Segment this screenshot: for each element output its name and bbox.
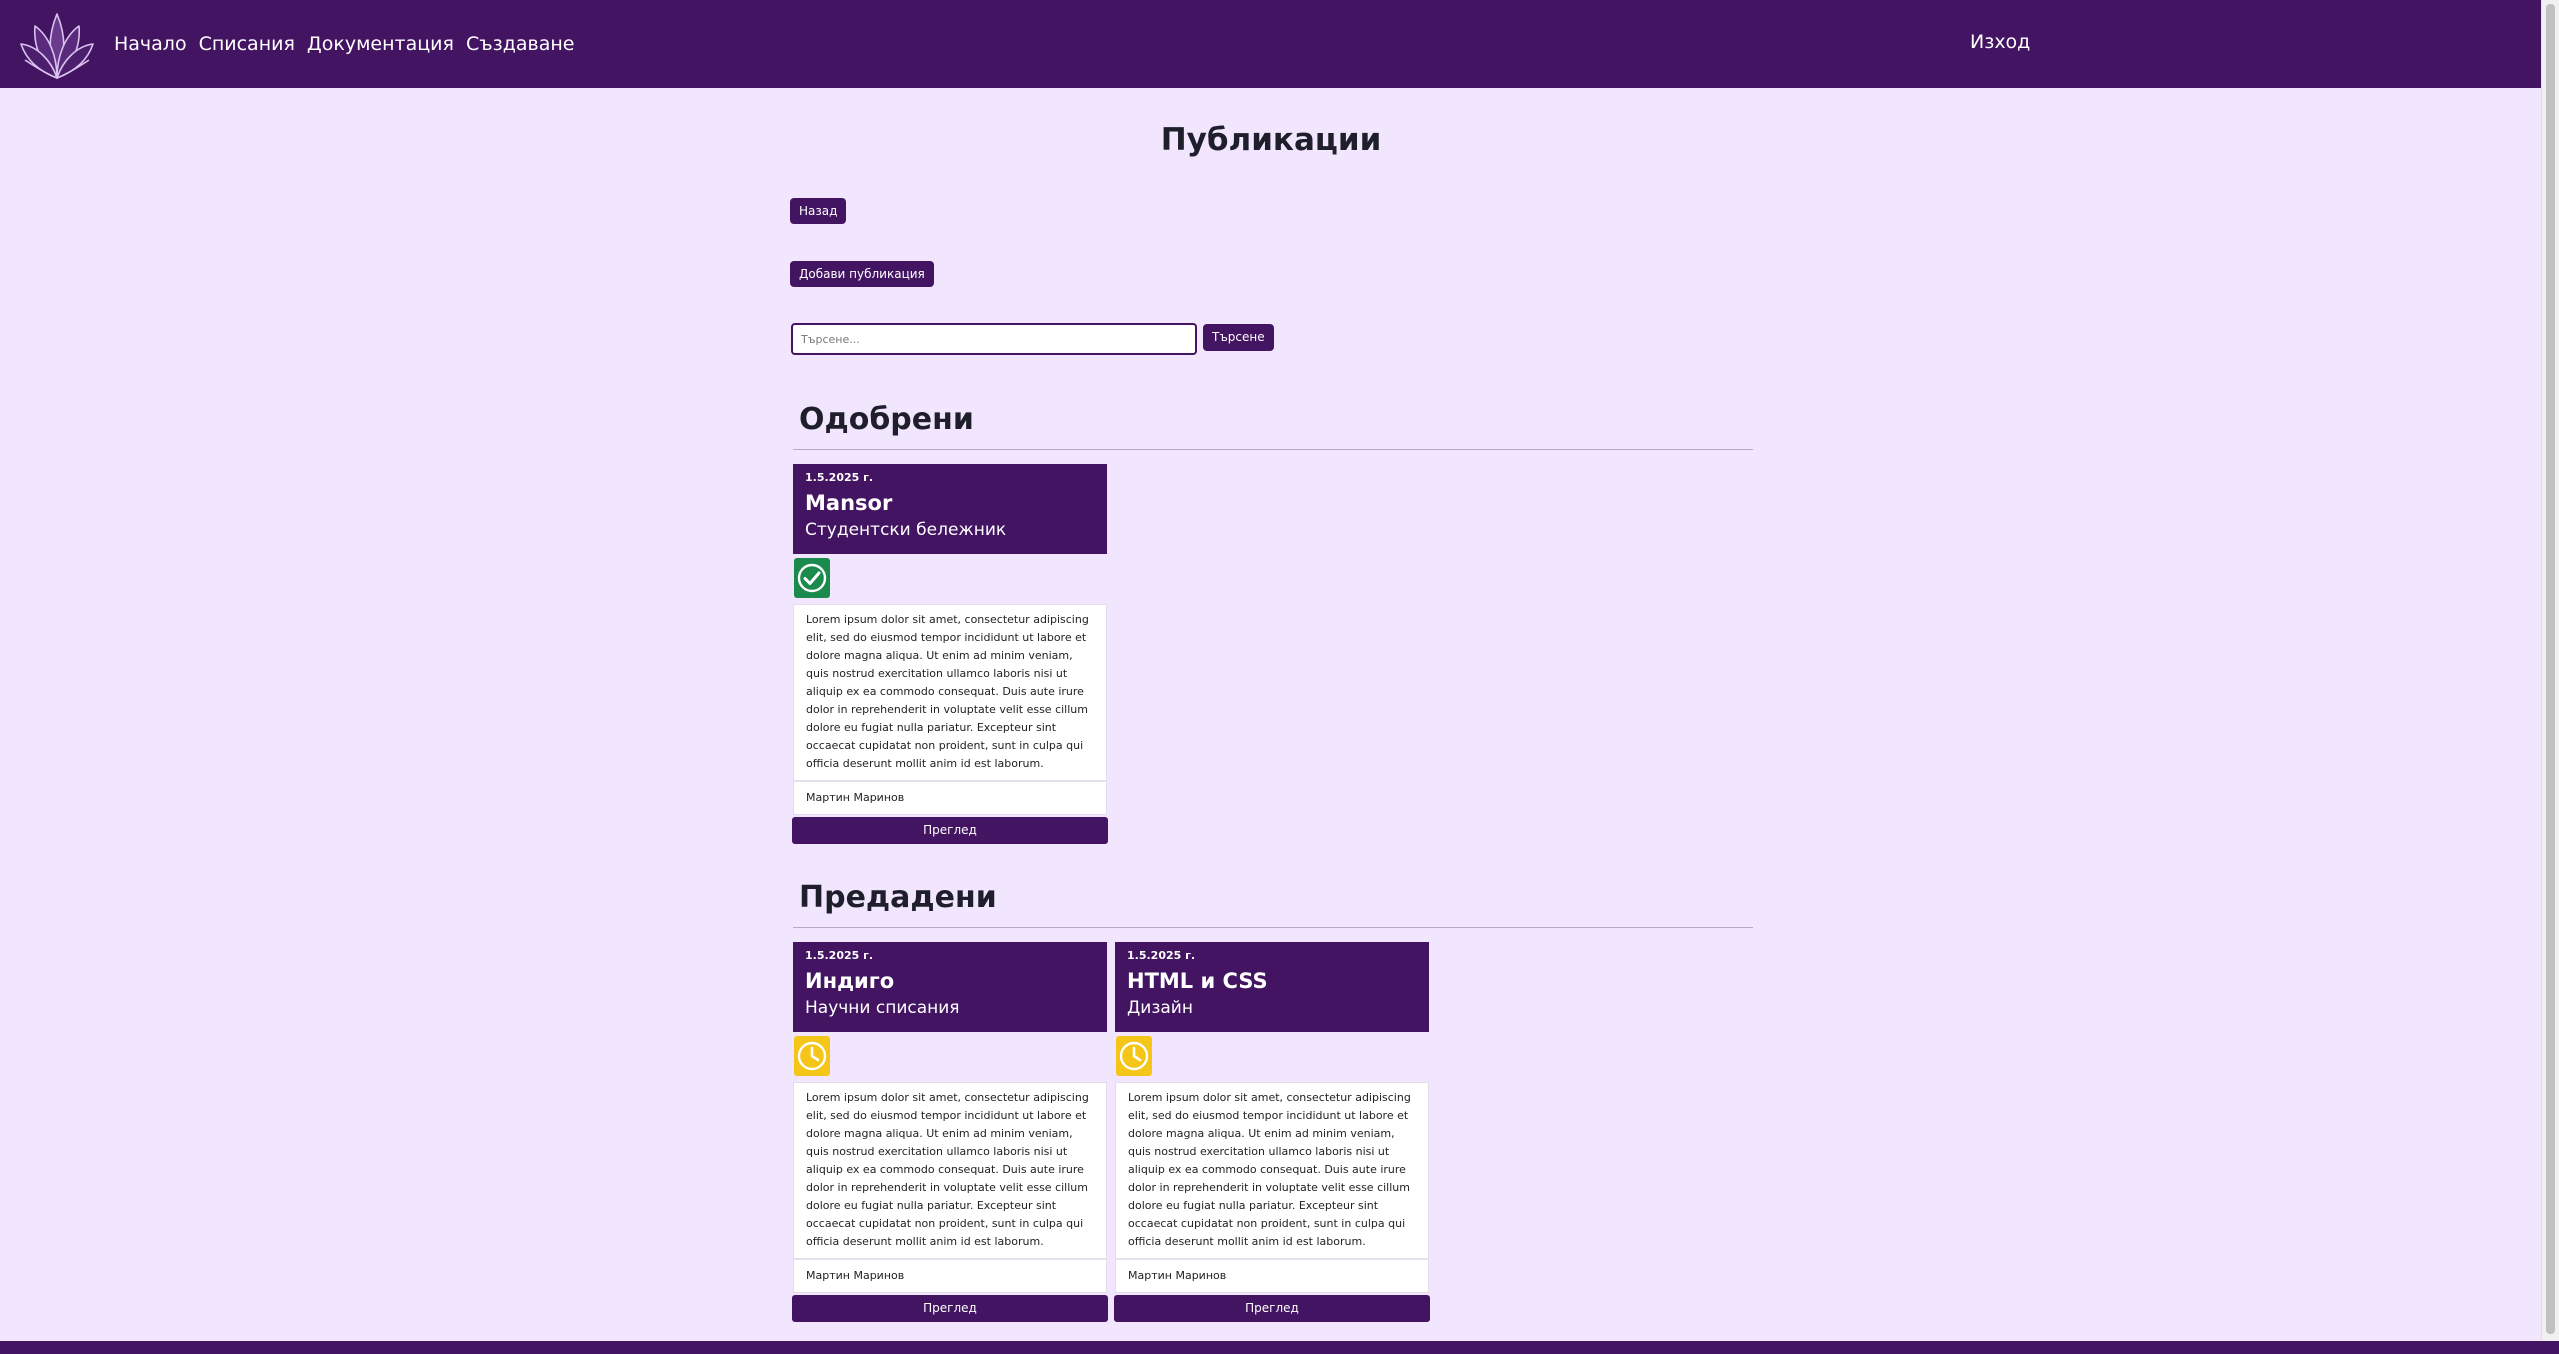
top-navbar: Начало Списания Документация Създаване И… (0, 0, 2542, 88)
card-date: 1.5.2025 г. (1127, 949, 1196, 962)
card-header: 1.5.2025 г. Индиго Научни списания (793, 942, 1107, 1032)
card-status (792, 1032, 1108, 1082)
nav-link-documentation[interactable]: Документация (301, 33, 460, 55)
card-title: Mansor (805, 491, 893, 515)
card-description: Lorem ipsum dolor sit amet, consectetur … (1115, 1082, 1429, 1259)
back-button[interactable]: Назад (790, 198, 847, 224)
section-divider (793, 927, 1753, 928)
publication-card: 1.5.2025 г. HTML и CSS Дизайн Lorem ipsu… (1114, 942, 1430, 1322)
publication-card: 1.5.2025 г. Индиго Научни списания Lorem… (792, 942, 1108, 1322)
lotus-logo-icon[interactable] (18, 7, 96, 81)
publication-card: 1.5.2025 г. Mansor Студентски бележник L… (792, 464, 1108, 844)
card-description: Lorem ipsum dolor sit amet, consectetur … (793, 1082, 1107, 1259)
footer-bar (0, 1341, 2559, 1354)
check-circle-icon (794, 558, 830, 598)
card-author: Мартин Маринов (793, 1259, 1107, 1293)
card-status (1114, 1032, 1430, 1082)
card-title: HTML и CSS (1127, 969, 1268, 993)
card-status (792, 554, 1108, 604)
card-description: Lorem ipsum dolor sit amet, consectetur … (793, 604, 1107, 781)
card-date: 1.5.2025 г. (805, 471, 874, 484)
card-date: 1.5.2025 г. (805, 949, 874, 962)
card-title: Индиго (805, 969, 895, 993)
section-divider (793, 449, 1753, 450)
section-title-submitted: Предадени (799, 880, 997, 915)
page-title: Публикации (1160, 122, 1382, 158)
scrollbar-thumb[interactable] (2546, 4, 2555, 1334)
card-journal: Научни списания (805, 998, 960, 1018)
clock-icon (794, 1036, 830, 1076)
nav-link-create[interactable]: Създаване (460, 33, 581, 55)
card-journal: Дизайн (1127, 998, 1193, 1018)
clock-icon (1116, 1036, 1152, 1076)
logout-link[interactable]: Изход (1970, 31, 2030, 53)
card-author: Мартин Маринов (1115, 1259, 1429, 1293)
nav-link-home[interactable]: Начало (108, 33, 193, 55)
view-button[interactable]: Преглед (1114, 1295, 1430, 1322)
vertical-scrollbar[interactable] (2541, 0, 2559, 1341)
view-button[interactable]: Преглед (792, 817, 1108, 844)
add-publication-button[interactable]: Добави публикация (790, 261, 934, 287)
section-title-approved: Одобрени (799, 402, 974, 437)
view-button[interactable]: Преглед (792, 1295, 1108, 1322)
card-header: 1.5.2025 г. Mansor Студентски бележник (793, 464, 1107, 554)
nav-links: Начало Списания Документация Създаване (108, 33, 581, 55)
card-journal: Студентски бележник (805, 520, 1007, 540)
search-button[interactable]: Търсене (1203, 324, 1274, 351)
card-author: Мартин Маринов (793, 781, 1107, 815)
search-input[interactable] (791, 323, 1197, 355)
card-header: 1.5.2025 г. HTML и CSS Дизайн (1115, 942, 1429, 1032)
nav-link-journals[interactable]: Списания (193, 33, 301, 55)
